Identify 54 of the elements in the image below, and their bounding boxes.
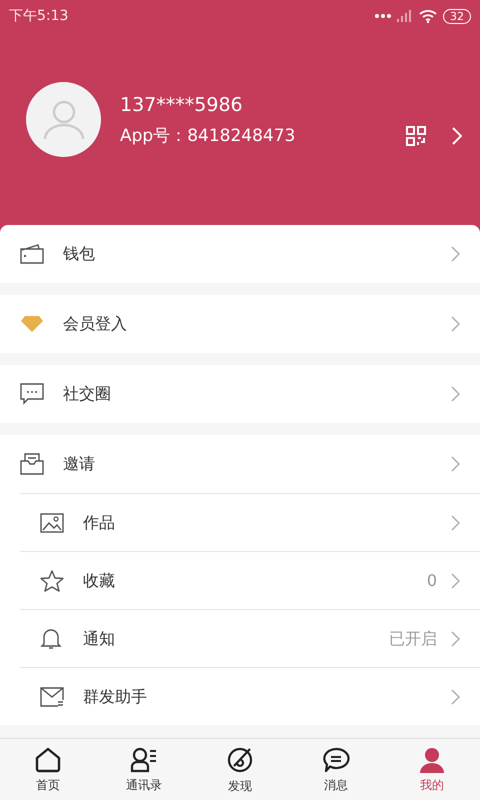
tab[interactable]: 我的 [384,739,480,800]
chevron-icon [451,246,460,262]
star-icon [40,570,64,592]
chevron-icon [451,316,460,332]
menu-value: 0 [426,570,437,592]
status-time: 下午5:13 [9,6,68,26]
more-icon [375,14,391,18]
menu-item[interactable]: 作品 [20,493,480,551]
image-icon [40,512,64,532]
person-icon [42,100,86,140]
chevron-icon [451,456,460,472]
mail-icon [40,686,64,706]
tab[interactable]: 首页 [0,739,96,800]
chevron-icon[interactable] [452,126,462,144]
tab[interactable]: 通讯录 [96,739,192,800]
wifi-icon [419,10,437,22]
chevron-icon [451,630,460,646]
menu-item[interactable]: 钱包 [0,225,480,283]
chevron-icon [451,514,460,530]
menu-item[interactable]: 会员登入 [0,295,480,353]
contacts-icon [130,747,158,773]
wallet-icon [20,244,44,264]
menu-label: 通知 [83,628,116,650]
bell-icon [40,626,62,650]
menu-label: 会员登入 [63,313,128,335]
menu-item[interactable]: 邀请 [0,435,480,493]
menu-label: 收藏 [83,570,116,592]
menu-label: 社交圈 [63,383,112,405]
chat-icon [20,383,44,405]
menu-item[interactable]: 通知 已开启 [20,609,480,667]
menu-item[interactable]: 群发助手 [20,667,480,725]
signal-icon [397,10,413,22]
menu-label: 群发助手 [83,686,148,708]
chevron-icon [451,386,460,402]
app-id: App号：8418248473 [120,124,296,148]
person-icon [419,747,445,773]
message-icon [322,747,350,773]
phone-number: 137****5986 [120,92,244,118]
menu-label: 邀请 [63,453,96,475]
chevron-icon [451,572,460,588]
menu-label: 作品 [83,512,116,534]
menu-item[interactable]: 社交圈 [0,365,480,423]
tab[interactable]: 发现 [192,739,288,800]
compass-icon [226,746,254,774]
menu-item[interactable]: 收藏 0 [20,551,480,609]
tab[interactable]: 消息 [288,739,384,800]
menu-label: 钱包 [63,243,96,265]
chevron-icon [451,688,460,704]
home-icon [35,747,61,773]
diamond-icon [20,315,44,333]
qr-code-icon[interactable] [406,126,426,146]
menu-value: 已开启 [389,628,437,650]
inbox-icon [20,453,44,475]
battery-indicator: 32 [443,8,471,24]
